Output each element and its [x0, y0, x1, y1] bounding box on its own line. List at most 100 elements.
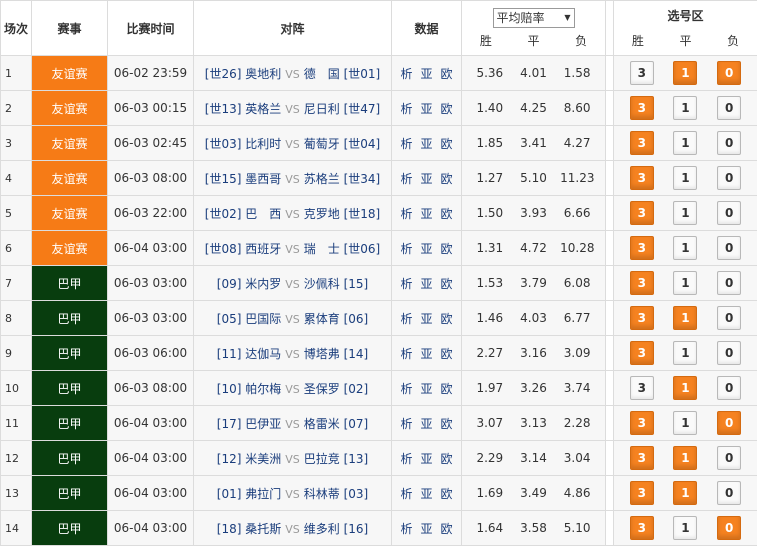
pick-draw-button[interactable]: 1: [673, 446, 698, 470]
pick-lose-button[interactable]: 0: [717, 61, 742, 85]
pick-draw-button[interactable]: 1: [673, 341, 698, 365]
asian-odds-link[interactable]: 亚: [420, 102, 432, 116]
asian-odds-link[interactable]: 亚: [420, 347, 432, 361]
away-team[interactable]: 博塔弗 [14]: [304, 347, 368, 361]
home-team[interactable]: [01] 弗拉门: [217, 487, 281, 501]
analysis-link[interactable]: 析: [400, 277, 412, 291]
home-team[interactable]: [10] 帕尔梅: [217, 382, 281, 396]
league-badge[interactable]: 巴甲: [31, 510, 108, 546]
euro-odds-link[interactable]: 欧: [441, 487, 453, 501]
pick-draw-button[interactable]: 1: [673, 201, 698, 225]
away-team[interactable]: 沙佩科 [15]: [304, 277, 368, 291]
away-team[interactable]: 维多利 [16]: [304, 522, 368, 536]
pick-lose-button[interactable]: 0: [717, 201, 742, 225]
asian-odds-link[interactable]: 亚: [420, 67, 432, 81]
euro-odds-link[interactable]: 欧: [441, 522, 453, 536]
pick-draw-button[interactable]: 1: [673, 61, 698, 85]
pick-lose-button[interactable]: 0: [717, 131, 742, 155]
league-badge[interactable]: 巴甲: [31, 440, 108, 476]
away-team[interactable]: 瑞 士 [世06]: [304, 242, 380, 256]
analysis-link[interactable]: 析: [400, 67, 412, 81]
home-team[interactable]: [世13] 英格兰: [205, 102, 281, 116]
asian-odds-link[interactable]: 亚: [420, 242, 432, 256]
euro-odds-link[interactable]: 欧: [441, 137, 453, 151]
away-team[interactable]: 尼日利 [世47]: [304, 102, 380, 116]
euro-odds-link[interactable]: 欧: [441, 382, 453, 396]
home-team[interactable]: [11] 达伽马: [217, 347, 281, 361]
asian-odds-link[interactable]: 亚: [420, 277, 432, 291]
away-team[interactable]: 累体育 [06]: [304, 312, 368, 326]
pick-draw-button[interactable]: 1: [673, 411, 698, 435]
away-team[interactable]: 克罗地 [世18]: [304, 207, 380, 221]
pick-win-button[interactable]: 3: [629, 516, 654, 540]
asian-odds-link[interactable]: 亚: [420, 522, 432, 536]
analysis-link[interactable]: 析: [400, 172, 412, 186]
pick-win-button[interactable]: 3: [629, 236, 654, 260]
away-team[interactable]: 科林蒂 [03]: [304, 487, 368, 501]
home-team[interactable]: [18] 桑托斯: [217, 522, 281, 536]
home-team[interactable]: [09] 米内罗: [217, 277, 281, 291]
league-badge[interactable]: 友谊赛: [31, 160, 108, 196]
pick-win-button[interactable]: 3: [629, 376, 654, 400]
pick-lose-button[interactable]: 0: [717, 446, 742, 470]
home-team[interactable]: [世03] 比利时: [205, 137, 281, 151]
pick-lose-button[interactable]: 0: [717, 96, 742, 120]
league-badge[interactable]: 巴甲: [31, 265, 108, 301]
home-team[interactable]: [世15] 墨西哥: [205, 172, 281, 186]
euro-odds-link[interactable]: 欧: [441, 172, 453, 186]
analysis-link[interactable]: 析: [400, 207, 412, 221]
pick-win-button[interactable]: 3: [629, 131, 654, 155]
pick-lose-button[interactable]: 0: [717, 411, 742, 435]
euro-odds-link[interactable]: 欧: [441, 277, 453, 291]
euro-odds-link[interactable]: 欧: [441, 67, 453, 81]
league-badge[interactable]: 友谊赛: [31, 55, 108, 91]
euro-odds-link[interactable]: 欧: [441, 417, 453, 431]
pick-win-button[interactable]: 3: [629, 96, 654, 120]
pick-lose-button[interactable]: 0: [717, 481, 742, 505]
analysis-link[interactable]: 析: [400, 312, 412, 326]
asian-odds-link[interactable]: 亚: [420, 207, 432, 221]
pick-win-button[interactable]: 3: [629, 481, 654, 505]
asian-odds-link[interactable]: 亚: [420, 417, 432, 431]
away-team[interactable]: 格雷米 [07]: [304, 417, 368, 431]
analysis-link[interactable]: 析: [400, 137, 412, 151]
pick-win-button[interactable]: 3: [629, 341, 654, 365]
pick-lose-button[interactable]: 0: [717, 166, 742, 190]
pick-lose-button[interactable]: 0: [717, 306, 742, 330]
away-team[interactable]: 葡萄牙 [世04]: [304, 137, 380, 151]
away-team[interactable]: 圣保罗 [02]: [304, 382, 368, 396]
analysis-link[interactable]: 析: [400, 382, 412, 396]
analysis-link[interactable]: 析: [400, 452, 412, 466]
pick-lose-button[interactable]: 0: [717, 516, 742, 540]
league-badge[interactable]: 友谊赛: [31, 195, 108, 231]
pick-win-button[interactable]: 3: [629, 446, 654, 470]
pick-lose-button[interactable]: 0: [717, 236, 742, 260]
home-team[interactable]: [12] 米美洲: [217, 452, 281, 466]
asian-odds-link[interactable]: 亚: [420, 172, 432, 186]
euro-odds-link[interactable]: 欧: [441, 242, 453, 256]
pick-draw-button[interactable]: 1: [673, 516, 698, 540]
analysis-link[interactable]: 析: [400, 102, 412, 116]
euro-odds-link[interactable]: 欧: [441, 452, 453, 466]
pick-draw-button[interactable]: 1: [673, 481, 698, 505]
asian-odds-link[interactable]: 亚: [420, 487, 432, 501]
pick-win-button[interactable]: 3: [629, 306, 654, 330]
analysis-link[interactable]: 析: [400, 417, 412, 431]
pick-win-button[interactable]: 3: [629, 166, 654, 190]
away-team[interactable]: 苏格兰 [世34]: [304, 172, 380, 186]
asian-odds-link[interactable]: 亚: [420, 452, 432, 466]
pick-win-button[interactable]: 3: [629, 61, 654, 85]
league-badge[interactable]: 巴甲: [31, 370, 108, 406]
analysis-link[interactable]: 析: [400, 487, 412, 501]
euro-odds-link[interactable]: 欧: [441, 312, 453, 326]
league-badge[interactable]: 巴甲: [31, 335, 108, 371]
pick-lose-button[interactable]: 0: [717, 376, 742, 400]
league-badge[interactable]: 友谊赛: [31, 230, 108, 266]
league-badge[interactable]: 巴甲: [31, 475, 108, 511]
pick-draw-button[interactable]: 1: [673, 131, 698, 155]
home-team[interactable]: [世08] 西班牙: [205, 242, 281, 256]
home-team[interactable]: [世02] 巴 西: [205, 207, 281, 221]
pick-lose-button[interactable]: 0: [717, 341, 742, 365]
euro-odds-link[interactable]: 欧: [441, 102, 453, 116]
league-badge[interactable]: 巴甲: [31, 405, 108, 441]
